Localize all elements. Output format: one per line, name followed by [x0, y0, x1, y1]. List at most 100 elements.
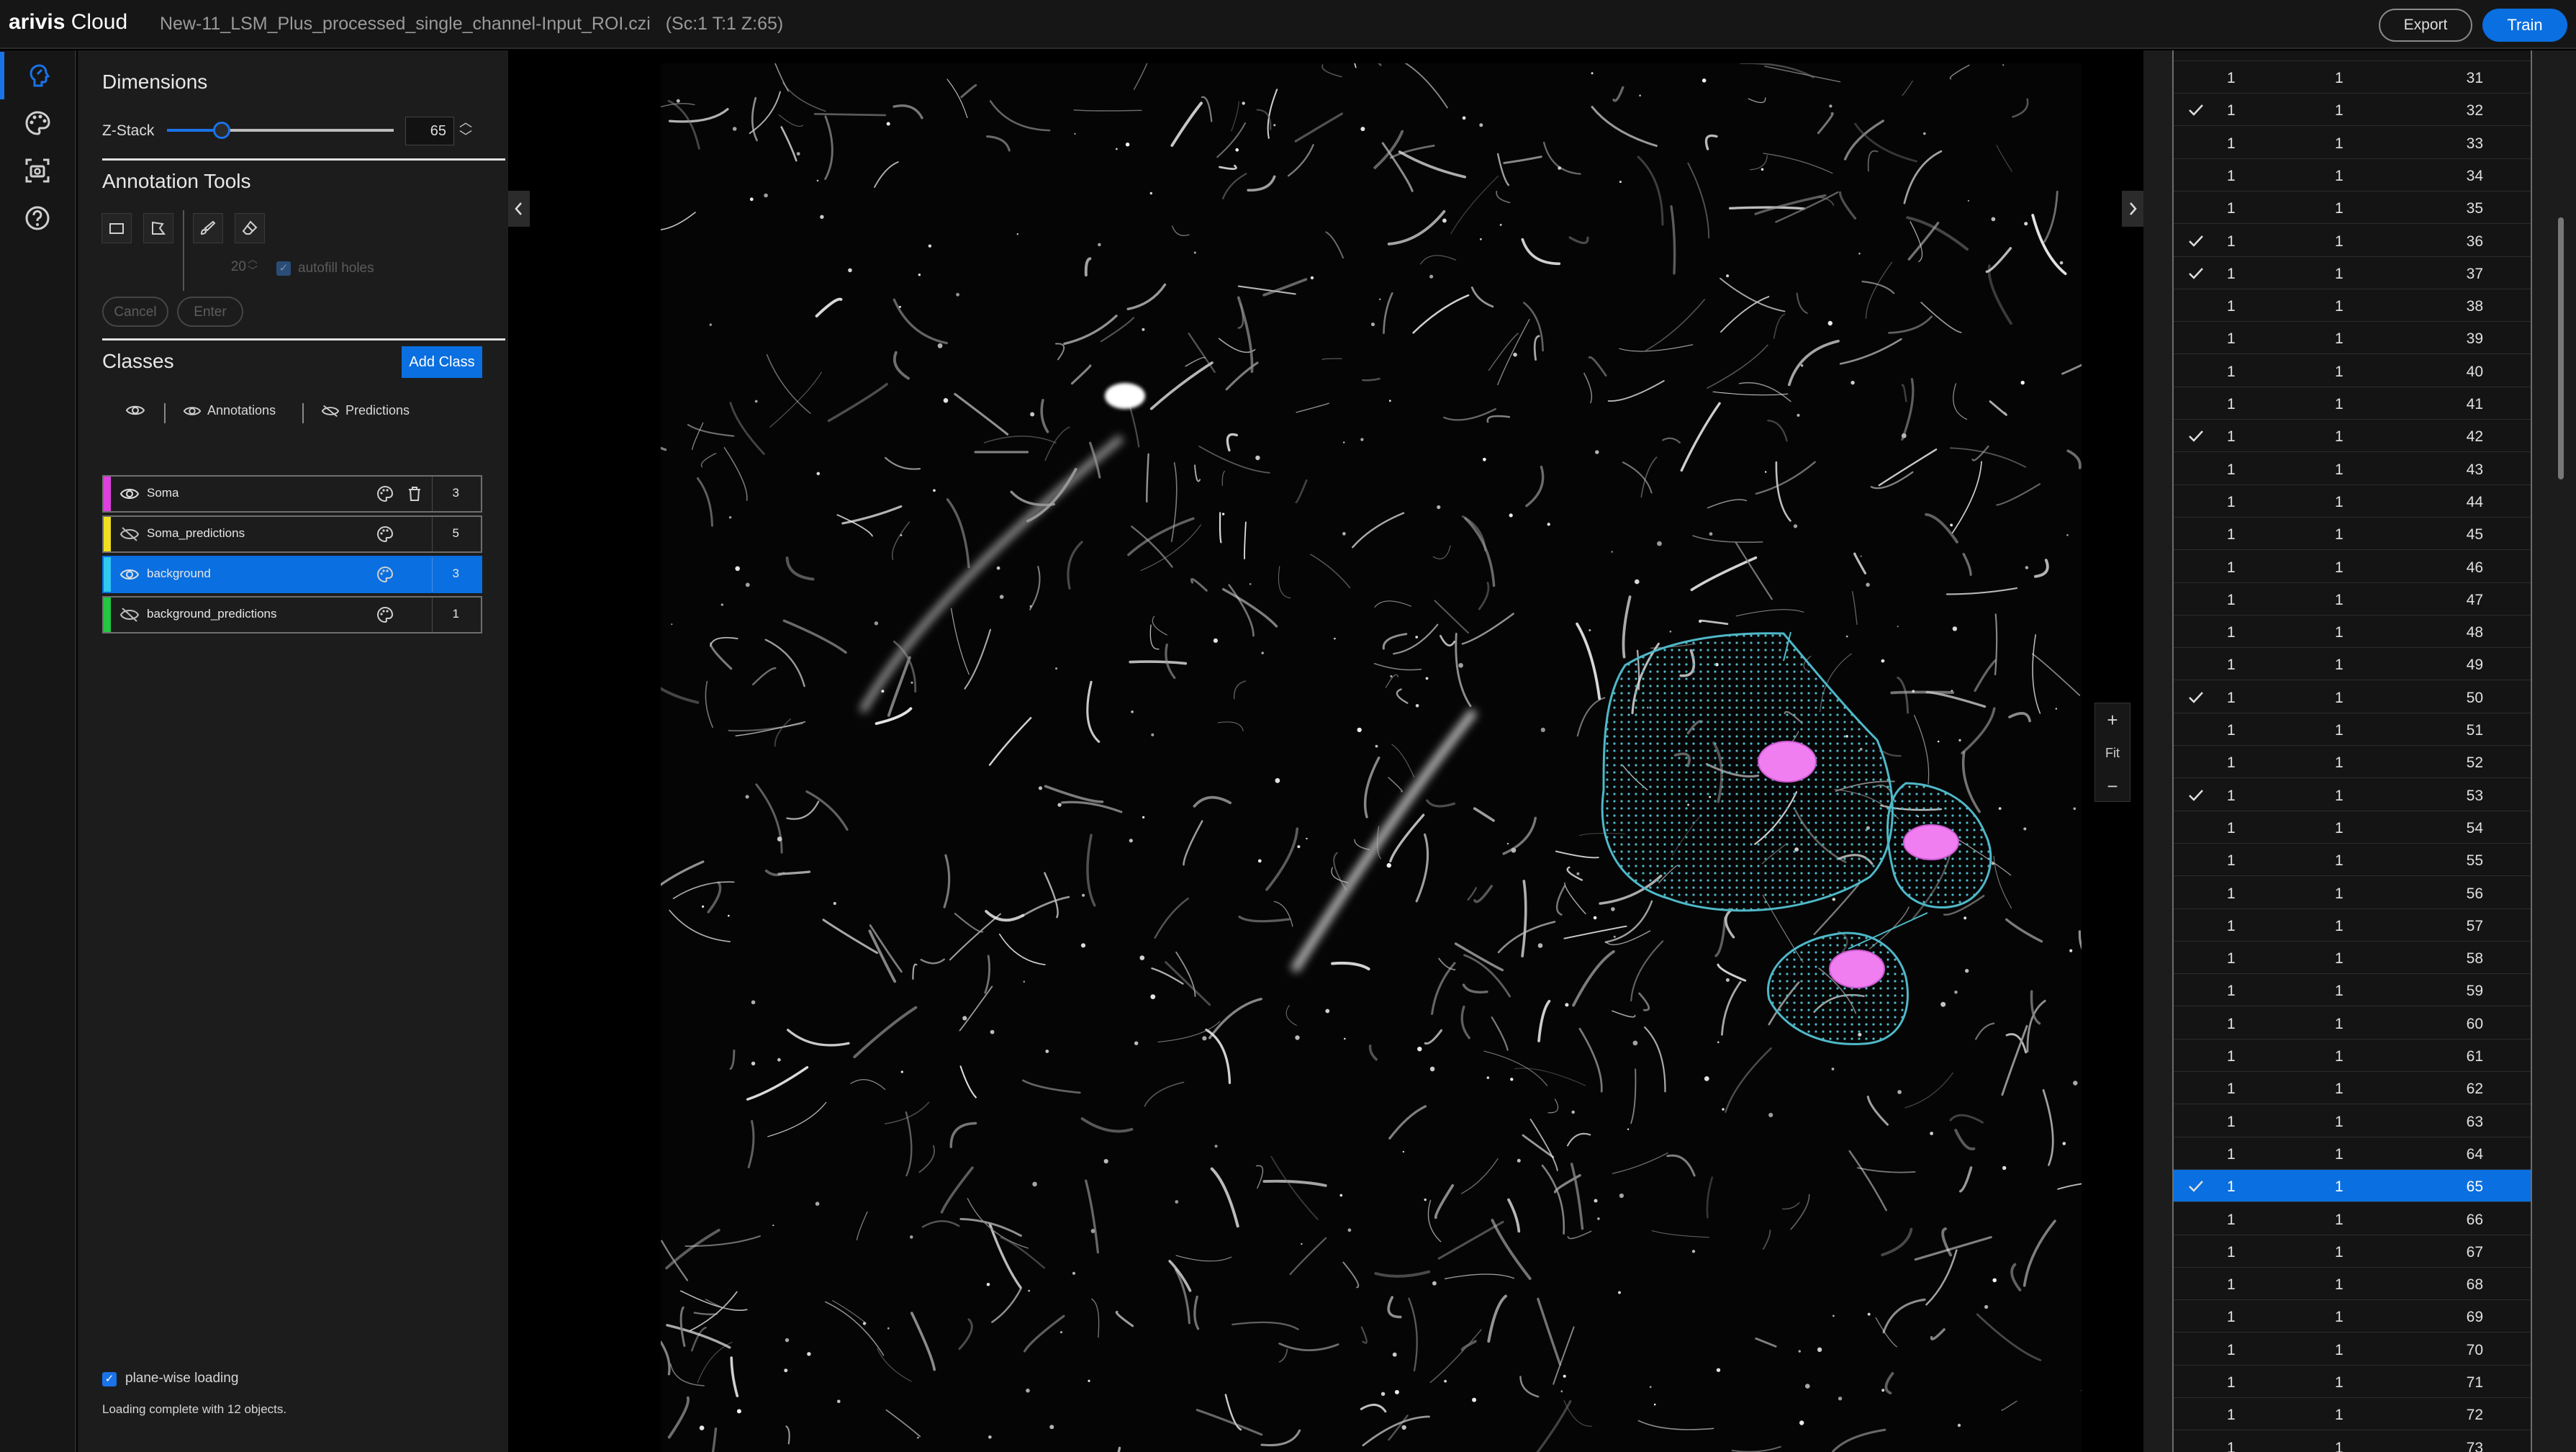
table-row[interactable]: 1 1 69	[2174, 1300, 2531, 1333]
zoom-fit-button[interactable]: Fit	[2095, 736, 2130, 770]
image-viewer[interactable]: + Fit −	[508, 50, 2143, 1452]
neuron-puncta	[918, 274, 921, 276]
zoom-in-button[interactable]: +	[2095, 703, 2130, 736]
table-row[interactable]: 1 1 49	[2174, 648, 2531, 681]
table-scrollbar-thumb[interactable]	[2558, 217, 2564, 479]
table-row[interactable]: 1 1 48	[2174, 615, 2531, 649]
table-row[interactable]: 1 1 54	[2174, 811, 2531, 844]
palette-icon[interactable]	[376, 484, 394, 503]
table-scrollbar[interactable]	[2549, 50, 2571, 1452]
export-button[interactable]: Export	[2379, 9, 2472, 42]
table-row[interactable]: 1 1 44	[2174, 485, 2531, 518]
brush-size-stepper[interactable]: ︿ ﹀	[248, 253, 262, 279]
palette-icon[interactable]	[376, 605, 394, 624]
table-row[interactable]: 1 1 68	[2174, 1268, 2531, 1301]
neuron-puncta	[1417, 1047, 1422, 1052]
table-row[interactable]: 1 1 39	[2174, 322, 2531, 355]
eye-icon[interactable]	[119, 566, 140, 583]
table-row[interactable]: 1 1 34	[2174, 159, 2531, 191]
soma-annotation[interactable]	[1829, 950, 1885, 988]
class-row-background-predictions[interactable]: background_predictions 1	[102, 596, 482, 633]
time-cell: 1	[2335, 1015, 2344, 1032]
table-row[interactable]: 1 1 58	[2174, 942, 2531, 975]
table-row[interactable]: 1 1 72	[2174, 1398, 2531, 1431]
class-row-soma[interactable]: Soma 3	[102, 475, 482, 513]
class-row-background[interactable]: background 3	[102, 556, 482, 593]
rectangle-tool-button[interactable]	[101, 213, 132, 243]
table-row[interactable]	[2174, 50, 2531, 61]
time-cell: 1	[2335, 787, 2344, 804]
table-row[interactable]: 1 1 70	[2174, 1333, 2531, 1366]
polygon-tool-button[interactable]	[143, 213, 173, 243]
table-row[interactable]: 1 1 73	[2174, 1431, 2531, 1452]
autofill-checkbox[interactable]: ✓	[276, 261, 291, 276]
planewise-checkbox[interactable]: ✓	[102, 1372, 117, 1386]
table-row[interactable]: 1 1 59	[2174, 974, 2531, 1007]
table-row[interactable]: 1 1 67	[2174, 1235, 2531, 1268]
annotations-toggle[interactable]: Annotations	[183, 403, 276, 418]
table-row[interactable]: 1 1 57	[2174, 909, 2531, 942]
zstack-stepper[interactable]: ︿ ﹀	[457, 115, 474, 147]
table-row[interactable]: 1 1 37	[2174, 257, 2531, 289]
cancel-button[interactable]: Cancel	[102, 297, 168, 327]
table-row[interactable]: 1 1 50	[2174, 681, 2531, 713]
palette-icon[interactable]	[376, 525, 394, 544]
zstack-slider-thumb[interactable]	[213, 122, 230, 139]
eye-off-icon[interactable]	[119, 526, 140, 543]
annotate-nav-button[interactable]	[0, 52, 75, 99]
train-button[interactable]: Train	[2482, 9, 2567, 42]
zstack-value-input[interactable]: 65	[405, 117, 454, 145]
palette-icon[interactable]	[376, 565, 394, 584]
brush-tool-button[interactable]	[193, 213, 223, 243]
table-row[interactable]: 1 1 40	[2174, 355, 2531, 387]
table-row[interactable]: 1 1 31	[2174, 61, 2531, 94]
eye-icon[interactable]	[119, 485, 140, 502]
table-row[interactable]: 1 1 53	[2174, 779, 2531, 811]
table-row[interactable]: 1 1 71	[2174, 1366, 2531, 1398]
zoom-out-button[interactable]: −	[2095, 770, 2130, 803]
table-row[interactable]: 1 1 32	[2174, 94, 2531, 127]
table-row[interactable]: 1 1 47	[2174, 583, 2531, 615]
palette-nav-button[interactable]	[0, 99, 75, 147]
microscopy-image[interactable]	[661, 63, 2082, 1452]
add-class-button[interactable]: Add Class	[402, 346, 482, 378]
enter-button[interactable]: Enter	[177, 297, 243, 327]
chevron-up-icon[interactable]: ︿	[459, 115, 472, 130]
predictions-toggle[interactable]: Predictions	[321, 403, 410, 418]
table-row[interactable]: 1 1 63	[2174, 1105, 2531, 1137]
table-row[interactable]: 1 1 61	[2174, 1040, 2531, 1072]
eye-off-icon[interactable]	[119, 606, 140, 623]
table-row[interactable]: 1 1 66	[2174, 1203, 2531, 1235]
table-row[interactable]: 1 1 62	[2174, 1072, 2531, 1105]
soma-annotation[interactable]	[1903, 824, 1959, 860]
table-row[interactable]: 1 1 55	[2174, 844, 2531, 877]
table-row[interactable]: 1 1 41	[2174, 387, 2531, 420]
table-row[interactable]: 1 1 51	[2174, 713, 2531, 746]
snapshot-nav-button[interactable]	[0, 147, 75, 194]
collapse-left-panel-button[interactable]	[508, 191, 530, 227]
table-row[interactable]: 1 1 56	[2174, 877, 2531, 909]
table-row[interactable]: 1 1 64	[2174, 1137, 2531, 1170]
eraser-tool-button[interactable]	[235, 213, 265, 243]
table-row[interactable]: 1 1 65	[2174, 1170, 2531, 1203]
brush-size-input[interactable]: 20	[200, 255, 246, 279]
table-row[interactable]: 1 1 60	[2174, 1007, 2531, 1040]
table-row[interactable]: 1 1 42	[2174, 420, 2531, 453]
table-row[interactable]: 1 1 36	[2174, 225, 2531, 257]
soma-annotation[interactable]	[1758, 741, 1817, 783]
help-nav-button[interactable]	[0, 194, 75, 242]
table-row[interactable]: 1 1 38	[2174, 289, 2531, 323]
table-row[interactable]: 1 1 35	[2174, 191, 2531, 225]
table-row[interactable]: 1 1 43	[2174, 453, 2531, 485]
table-row[interactable]: 1 1 52	[2174, 746, 2531, 779]
neuron-puncta	[1726, 274, 1730, 278]
class-row-soma-predictions[interactable]: Soma_predictions 5	[102, 515, 482, 553]
collapse-right-panel-button[interactable]	[2122, 191, 2143, 227]
neuron-puncta	[1116, 148, 1118, 150]
toggle-all-visibility[interactable]	[125, 403, 145, 418]
table-row[interactable]: 1 1 46	[2174, 551, 2531, 583]
table-row[interactable]: 1 1 33	[2174, 127, 2531, 159]
trash-icon[interactable]	[406, 484, 423, 503]
chevron-down-icon[interactable]: ﹀	[459, 130, 472, 144]
table-row[interactable]: 1 1 45	[2174, 518, 2531, 551]
